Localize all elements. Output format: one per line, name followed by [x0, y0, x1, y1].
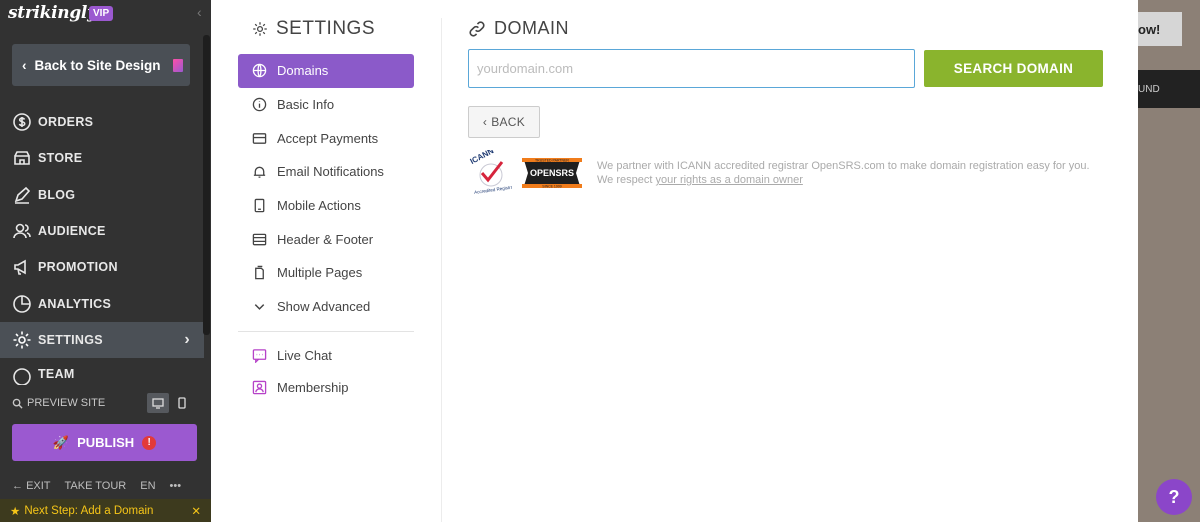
link-icon — [469, 20, 485, 37]
brand-logo: strikingly — [8, 3, 97, 23]
publish-label: PUBLISH — [77, 435, 135, 450]
membership-icon — [252, 380, 267, 395]
next-step-banner[interactable]: ★ Next Step: Add a Domain ✕ — [0, 499, 211, 522]
info-icon — [252, 97, 267, 112]
take-tour-link[interactable]: TAKE TOUR — [65, 480, 127, 492]
preview-label: PREVIEW SITE — [27, 397, 106, 409]
menu-live-chat[interactable]: Live Chat — [238, 340, 414, 372]
rocket-icon: 🚀 — [52, 434, 70, 450]
nav-label: TEAM — [38, 367, 75, 381]
preview-site-link[interactable]: PREVIEW SITE — [12, 397, 105, 409]
pie-chart-icon — [13, 295, 31, 313]
back-button[interactable]: ‹ BACK — [468, 106, 540, 138]
language-link[interactable]: EN — [140, 480, 155, 492]
nav-label: BLOG — [38, 188, 76, 202]
search-domain-button[interactable]: SEARCH DOMAIN — [924, 50, 1103, 87]
sidebar-footer: ← EXIT TAKE TOUR EN ••• — [12, 480, 202, 492]
nav-promotion[interactable]: PROMOTION — [0, 249, 204, 285]
bell-icon — [253, 167, 266, 179]
opensrs-logo: TRUSTED PARTNER OPENSRS SINCE 1999 — [522, 158, 582, 189]
nav-label: PROMOTION — [38, 260, 118, 274]
settings-panel: SETTINGS Domains Basic Info Accept Payme… — [211, 0, 1138, 522]
exit-link[interactable]: ← EXIT — [12, 480, 51, 492]
close-icon[interactable]: ✕ — [191, 504, 201, 518]
nav-label: STORE — [38, 151, 83, 165]
sidebar-scrollbar[interactable] — [203, 35, 210, 335]
vip-badge: VIP — [89, 6, 114, 21]
nav-team[interactable]: TEAM — [0, 367, 204, 385]
card-icon — [252, 132, 267, 144]
publish-button[interactable]: 🚀 PUBLISH ! — [12, 424, 197, 461]
domain-title: DOMAIN — [468, 18, 569, 39]
document-icon — [172, 58, 183, 72]
chevron-right-icon: › — [184, 331, 190, 348]
icann-logo: ICANN Accredited Registrar — [469, 150, 512, 195]
search-icon — [12, 398, 23, 409]
back-to-site-design-button[interactable]: ‹ Back to Site Design — [12, 44, 190, 86]
partner-logos: ICANN Accredited Registrar TRUSTED PARTN… — [468, 150, 582, 196]
svg-text:SINCE 1999: SINCE 1999 — [542, 185, 562, 189]
nav-label: ORDERS — [38, 115, 94, 129]
help-button[interactable]: ? — [1156, 479, 1192, 515]
mobile-icon — [254, 198, 265, 213]
site-preview-background: ow! UND — [1138, 0, 1200, 522]
device-toggle — [147, 393, 193, 413]
background-button: ow! — [1138, 12, 1182, 46]
back-label: Back to Site Design — [34, 57, 161, 73]
chat-icon — [252, 349, 267, 363]
layout-icon — [252, 233, 267, 246]
menu-email-notifications[interactable]: Email Notifications — [238, 155, 414, 189]
megaphone-icon — [14, 259, 26, 275]
partner-description: We partner with ICANN accredited registr… — [597, 159, 1090, 187]
menu-header-footer[interactable]: Header & Footer — [238, 222, 414, 256]
collapse-sidebar-icon[interactable]: ‹ — [197, 4, 202, 20]
nav-blog[interactable]: BLOG — [0, 177, 204, 213]
nav-analytics[interactable]: ANALYTICS — [0, 286, 204, 322]
store-icon — [14, 151, 30, 165]
background-button-dark: UND — [1138, 70, 1200, 108]
menu-show-advanced[interactable]: Show Advanced — [238, 290, 414, 324]
svg-text:OPENSRS: OPENSRS — [530, 168, 574, 178]
menu-divider — [238, 330, 414, 332]
gear-icon — [253, 22, 267, 36]
settings-title: SETTINGS — [252, 18, 375, 40]
menu-multiple-pages[interactable]: Multiple Pages — [238, 256, 414, 290]
desktop-icon[interactable] — [147, 393, 169, 413]
dollar-icon — [13, 113, 31, 131]
next-step-label: Next Step: Add a Domain — [24, 504, 154, 517]
alert-badge: ! — [142, 435, 157, 450]
partner-text: We partner with ICANN accredited registr… — [597, 160, 1090, 172]
domain-search-input[interactable] — [468, 49, 915, 88]
chevron-left-icon: ‹ — [482, 115, 488, 129]
nav-audience[interactable]: AUDIENCE — [0, 213, 204, 249]
pen-icon — [14, 186, 31, 204]
audience-icon — [13, 223, 31, 239]
svg-text:TRUSTED PARTNER: TRUSTED PARTNER — [535, 159, 569, 163]
menu-basic-info[interactable]: Basic Info — [238, 88, 414, 122]
chevron-left-icon: ‹ — [22, 57, 27, 73]
settings-menu: Domains Basic Info Accept Payments Email… — [238, 54, 414, 404]
menu-accept-payments[interactable]: Accept Payments — [238, 121, 414, 155]
pages-icon — [255, 266, 264, 280]
rights-link[interactable]: your rights as a domain owner — [656, 174, 803, 186]
editor-sidebar: strikingly VIP ‹ ‹ Back to Site Design O… — [0, 0, 211, 522]
mobile-icon[interactable] — [171, 393, 193, 413]
nav-label: SETTINGS — [38, 333, 103, 347]
chevron-down-icon — [254, 304, 265, 311]
menu-membership[interactable]: Membership — [238, 372, 414, 404]
gear-icon — [13, 331, 31, 349]
nav-label: ANALYTICS — [38, 297, 112, 311]
nav-store[interactable]: STORE — [0, 140, 204, 176]
nav-orders[interactable]: ORDERS — [0, 104, 204, 140]
menu-mobile-actions[interactable]: Mobile Actions — [238, 189, 414, 223]
globe-icon — [252, 64, 267, 78]
more-icon[interactable]: ••• — [170, 480, 182, 492]
panel-divider — [441, 18, 442, 522]
respect-line: We respect your rights as a domain owner — [597, 174, 803, 186]
star-icon: ★ — [10, 505, 21, 518]
team-icon — [13, 368, 31, 385]
nav-label: AUDIENCE — [38, 224, 106, 238]
menu-domains[interactable]: Domains — [238, 54, 414, 88]
nav-settings[interactable]: SETTINGS › — [0, 322, 204, 358]
